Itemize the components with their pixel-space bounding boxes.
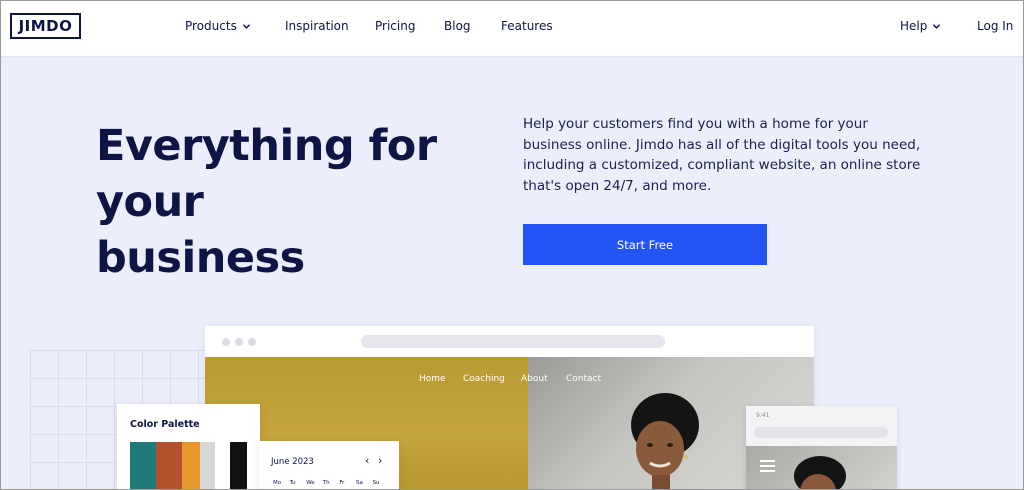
window-dot	[248, 338, 256, 346]
nav-inspiration[interactable]: Inspiration	[285, 19, 349, 33]
window-dot	[222, 338, 230, 346]
color-palette-card: Color Palette	[117, 404, 260, 490]
hero-title-line-2: business	[96, 233, 305, 283]
calendar-weekdays: Mo Tu We Th Fr Sa Su	[273, 480, 389, 486]
calendar-month: June 2023	[271, 457, 314, 467]
chevron-down-icon	[242, 23, 250, 29]
address-bar	[361, 335, 665, 348]
jimdo-logo[interactable]: JIMDO	[10, 13, 81, 39]
hero-description: Help your customers find you with a home…	[523, 116, 921, 194]
weekday-label: Su	[372, 480, 380, 486]
nav-pricing[interactable]: Pricing	[375, 19, 415, 33]
nav-help-label: Help	[900, 19, 928, 33]
preview-nav-contact: Contact	[566, 374, 602, 384]
nav-inspiration-label: Inspiration	[285, 19, 349, 33]
chevron-down-icon	[933, 23, 941, 29]
menu-icon	[760, 460, 775, 472]
phone-time: 9:41	[756, 412, 770, 419]
calendar-next-button[interactable]: ›	[378, 454, 382, 467]
window-dot	[235, 338, 243, 346]
weekday-label: Mo	[273, 480, 282, 486]
color-palette-title: Color Palette	[130, 419, 200, 430]
palette-swatch-grey[interactable]	[200, 442, 215, 490]
mobile-preview-mockup: 9:41	[746, 406, 897, 490]
nav-features[interactable]: Features	[501, 19, 553, 33]
site-header: JIMDO Products Inspiration Pricing Blog …	[0, 0, 1024, 57]
preview-nav-home: Home	[419, 374, 446, 384]
palette-swatch-black[interactable]	[230, 442, 247, 490]
nav-products[interactable]: Products	[185, 19, 251, 33]
phone-screen	[746, 446, 897, 490]
palette-swatch-teal[interactable]	[130, 442, 156, 490]
preview-nav-about: About	[521, 374, 548, 384]
nav-login-label: Log In	[977, 19, 1014, 33]
weekday-label: Th	[322, 480, 330, 486]
weekday-label: Fr	[339, 480, 345, 486]
weekday-label: Tu	[289, 480, 296, 486]
nav-products-label: Products	[185, 19, 237, 33]
calendar-prev-button[interactable]: ‹	[365, 454, 369, 467]
nav-pricing-label: Pricing	[375, 19, 416, 33]
start-free-button[interactable]: Start Free	[523, 224, 767, 265]
browser-toolbar	[205, 326, 814, 357]
nav-help[interactable]: Help	[900, 19, 941, 33]
person-photo	[631, 393, 699, 490]
hero-title-line-1: Everything for your	[96, 121, 437, 227]
palette-swatch-white[interactable]	[215, 442, 230, 490]
weekday-label: We	[306, 480, 315, 486]
weekday-label: Sa	[355, 480, 363, 486]
nav-blog[interactable]: Blog	[444, 19, 471, 33]
palette-swatch-orange[interactable]	[182, 442, 200, 490]
phone-status-bar: 9:41	[746, 406, 897, 446]
person-photo-small	[794, 456, 846, 490]
preview-nav-coaching: Coaching	[463, 374, 505, 384]
nav-blog-label: Blog	[444, 19, 471, 33]
hero-title: Everything for your business	[96, 118, 516, 286]
calendar-widget: June 2023 ‹ › Mo Tu We Th Fr Sa Su	[259, 441, 399, 490]
nav-login[interactable]: Log In	[977, 19, 1013, 33]
palette-swatch-rust[interactable]	[156, 442, 182, 490]
phone-address-bar	[754, 427, 888, 438]
nav-features-label: Features	[501, 19, 553, 33]
